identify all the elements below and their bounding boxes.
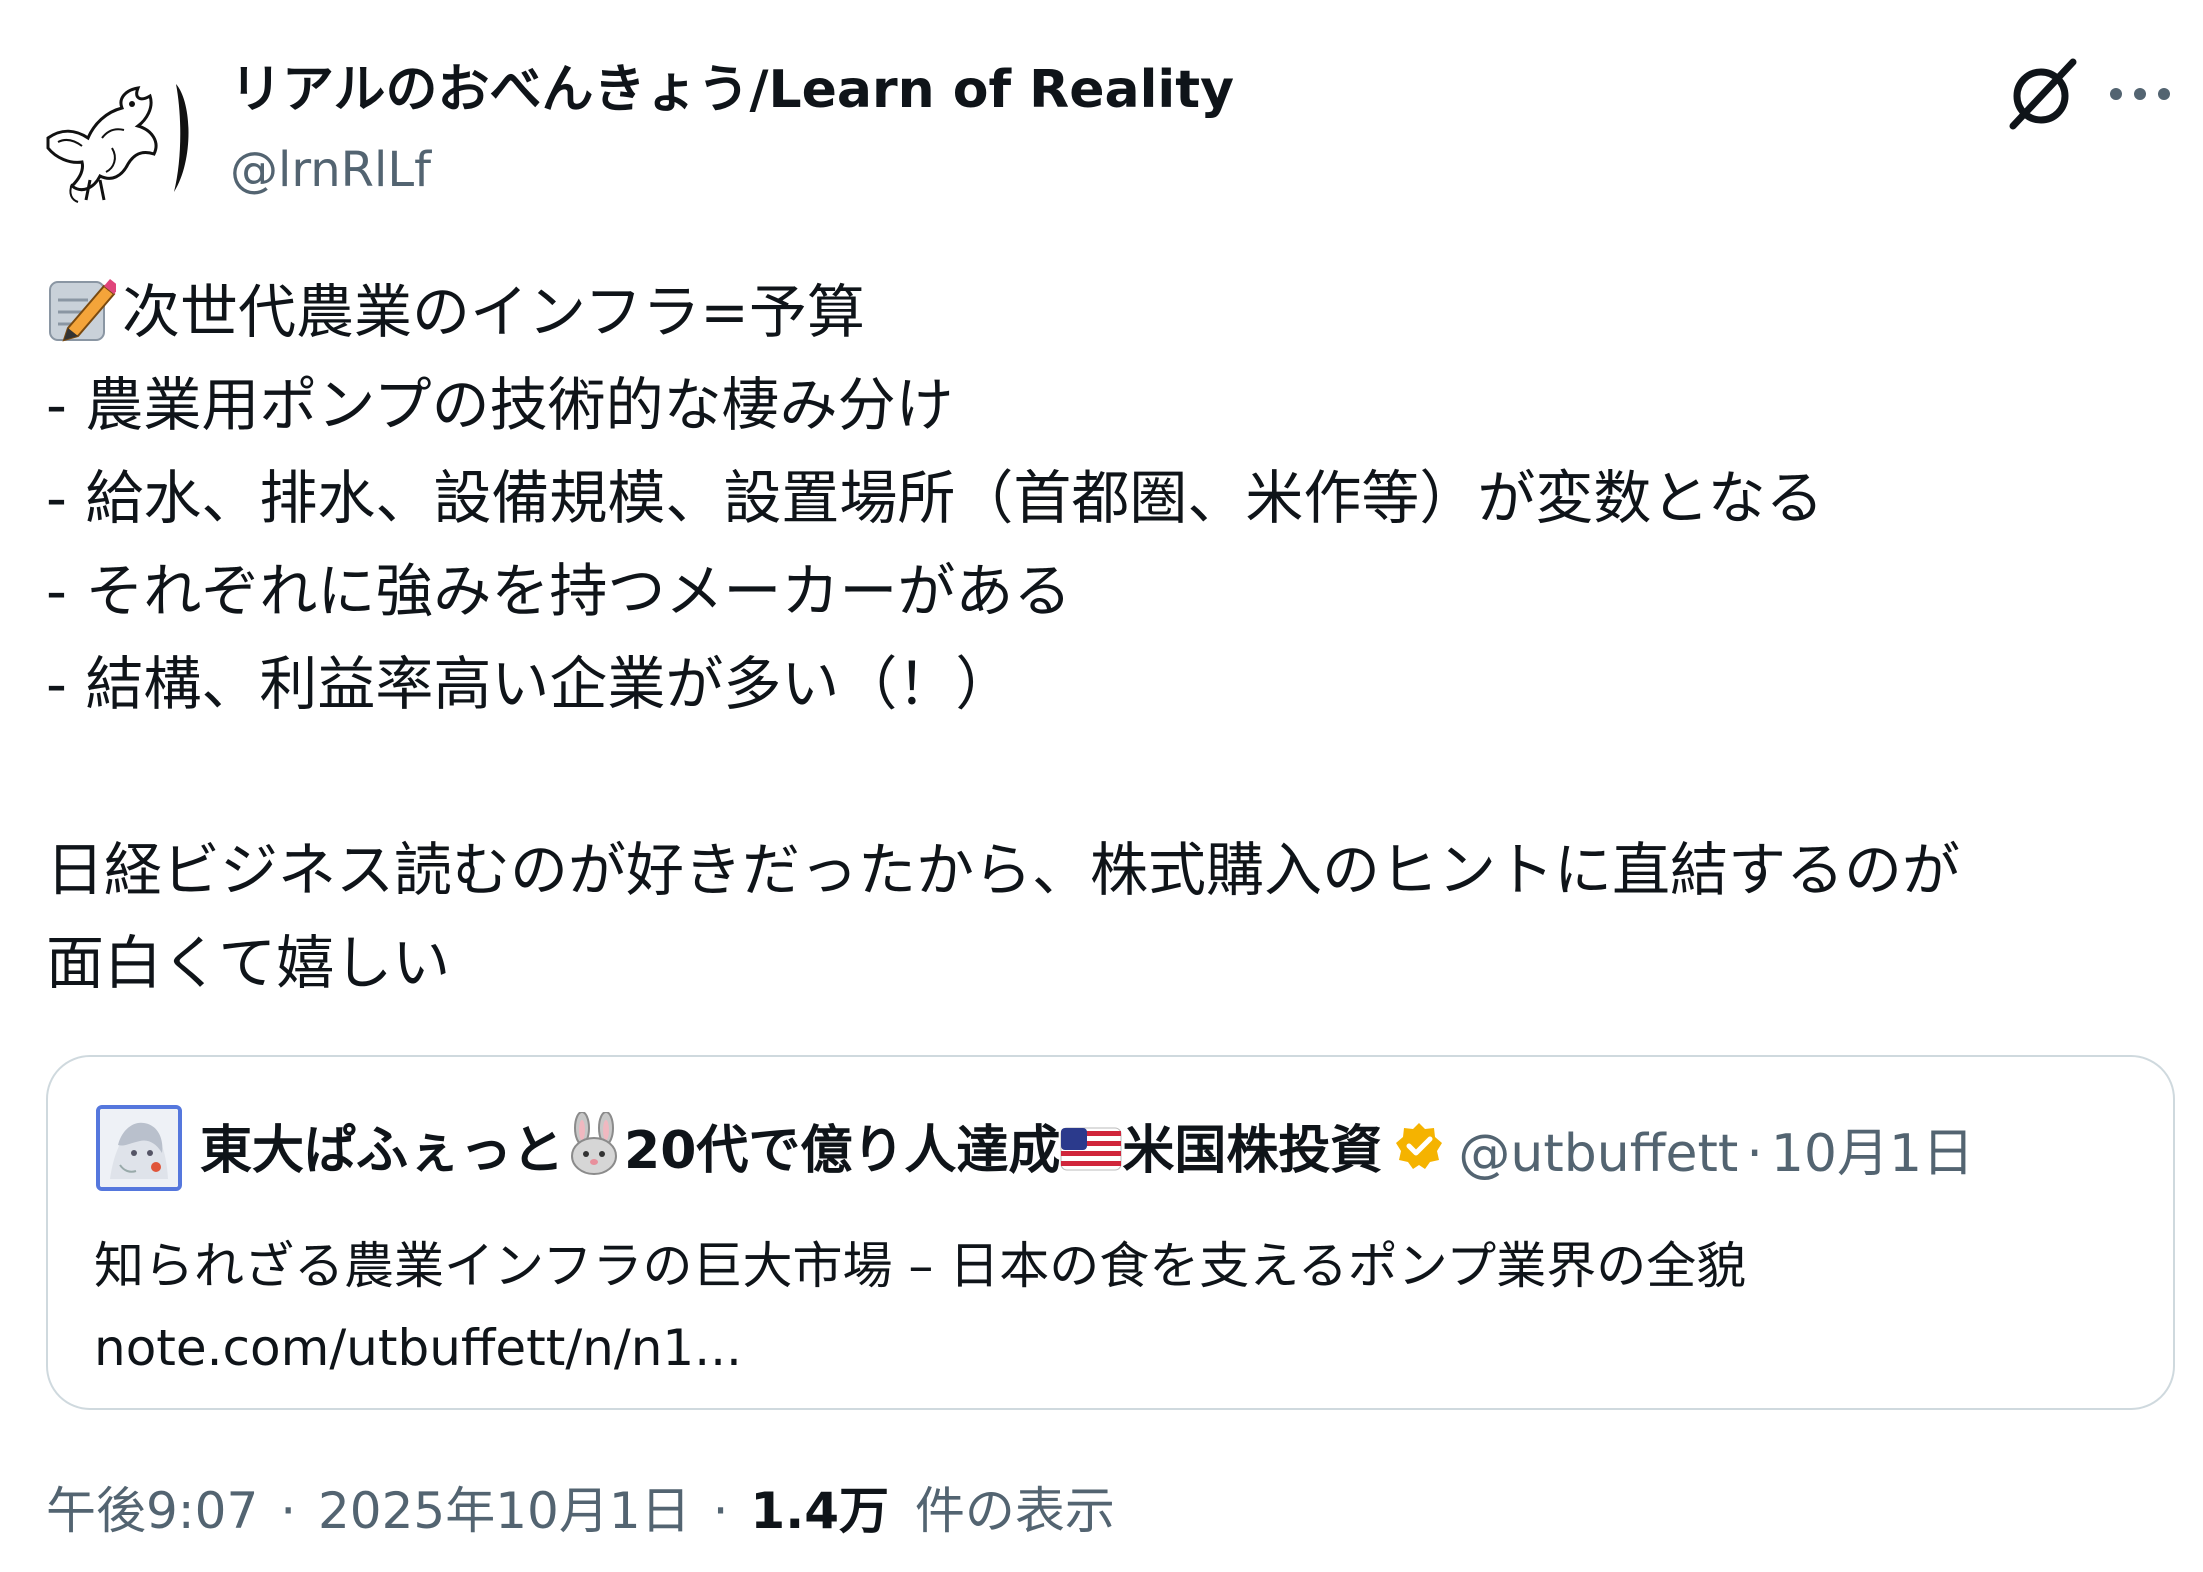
tweet-line: 日経ビジネス読むのが好きだったから、株式購入のヒントに直結するのが [46,836,1961,904]
separator-dot: · [712,1482,729,1540]
tweet-line: 面白くて嬉しい [46,929,451,997]
quote-header: 東大ぱふぇっと 20代で億り人達成 米国株投資 @utbuffett · 10月… [200,1111,1974,1196]
memo-pencil-icon [46,274,120,344]
tweet-line: - 給水、排水、設備規模、設置場所（首都圏、米作等）が変数となる [46,464,1824,532]
quote-author-name[interactable]: 東大ぱふぇっと 20代で億り人達成 米国株投資 [200,1111,1382,1196]
tweet-line-text: 次世代農業のインフラ=予算 [122,278,865,346]
views-count[interactable]: 1.4万 [750,1482,889,1540]
separator-dot: · [1746,1124,1763,1184]
quote-avatar[interactable] [96,1105,182,1191]
views-label[interactable]: 件の表示 [915,1482,1115,1540]
tweet-text: 次世代農業のインフラ=予算 - 農業用ポンプの技術的な棲み分け - 給水、排水、… [46,266,2186,1010]
quote-text: 知られざる農業インフラの巨大市場 – 日本の食を支えるポンプ業界の全貌 note… [94,1225,2134,1389]
quote-body: 知られざる農業インフラの巨大市場 – 日本の食を支えるポンプ業界の全貌 [94,1237,1747,1295]
us-flag-icon [1060,1117,1122,1191]
post-time[interactable]: 午後9:07 [46,1482,258,1540]
grok-icon[interactable] [2005,56,2081,132]
rabbit-icon [564,1111,624,1196]
tweet-meta: 午後9:07 · 2025年10月1日 · 1.4万 件の表示 [46,1478,1115,1544]
post-date[interactable]: 2025年10月1日 [318,1482,691,1540]
author-handle[interactable]: @lrnRlLf [230,140,431,200]
separator-dot: · [280,1482,297,1540]
tweet-line: - それぞれに強みを持つメーカーがある [46,557,1072,625]
quote-date[interactable]: 10月1日 [1771,1117,1974,1191]
tweet-line: 次世代農業のインフラ=予算 [46,266,2186,359]
avatar[interactable] [42,68,202,208]
quoted-tweet-card[interactable]: 東大ぱふぇっと 20代で億り人達成 米国株投資 @utbuffett · 10月… [46,1055,2175,1410]
quote-link[interactable]: note.com/utbuffett/n/n1... [94,1307,2134,1389]
tweet-line: - 農業用ポンプの技術的な棲み分け [46,371,954,439]
author-display-name[interactable]: リアルのおべんきょう/Learn of Reality [230,58,1234,122]
more-dots-icon[interactable] [2108,72,2172,116]
tweet-line: - 結構、利益率高い企業が多い（！） [46,650,1014,718]
quote-author-handle[interactable]: @utbuffett [1458,1117,1738,1191]
verified-badge-icon[interactable] [1394,1117,1444,1191]
